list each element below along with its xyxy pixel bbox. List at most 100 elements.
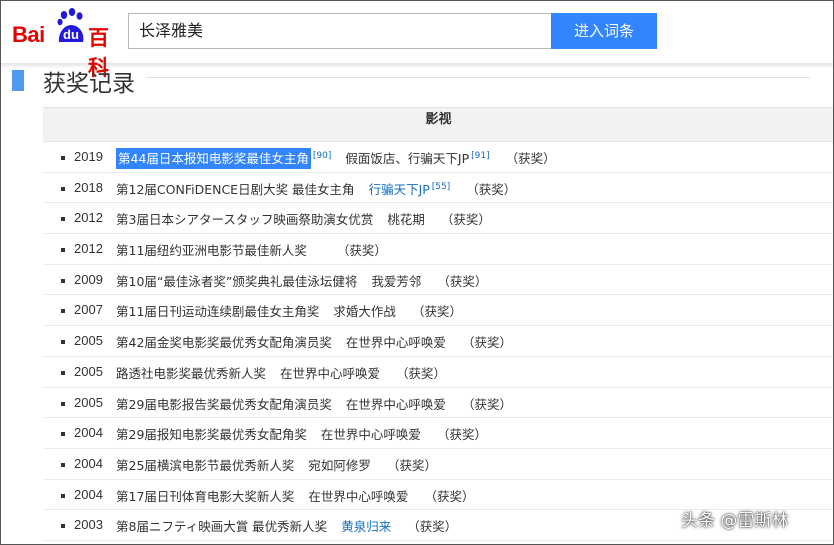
award-line: 第11届纽约亚洲电影节最佳新人奖 （获奖） — [116, 240, 387, 259]
award-result: （获奖） — [466, 181, 517, 197]
award-year: 2004 — [74, 486, 103, 502]
award-name[interactable]: 第12届CONFiDENCE日剧大奖 最佳女主角 — [116, 182, 355, 197]
work-title: 我爱芳邻 — [371, 273, 422, 289]
award-result: （获奖） — [336, 243, 387, 259]
work-title: 在世界中心呼唤爱 — [345, 335, 446, 351]
bullet — [61, 186, 65, 191]
award-year: 2012 — [74, 210, 103, 226]
section-divider — [146, 77, 810, 78]
award-result: （获奖） — [424, 488, 475, 504]
work-reference-link[interactable]: [55] — [432, 182, 450, 192]
work-reference-link[interactable]: [91] — [471, 151, 489, 161]
enter-entry-button[interactable]: 进入词条 — [551, 13, 657, 49]
award-row: 2004 第29届报知电影奖最优秀女配角奖 在世界中心呼唤爱 （获奖） — [43, 418, 834, 449]
award-year: 2012 — [74, 241, 103, 257]
award-year: 2009 — [74, 271, 103, 287]
award-line: 第29届电影报告奖最优秀女配角演员奖 在世界中心呼唤爱 （获奖） — [116, 394, 512, 413]
award-name[interactable]: 第44届日本报知电影奖最佳女主角 — [116, 148, 311, 169]
award-result: （获奖） — [386, 457, 437, 473]
award-result: （获奖） — [436, 427, 487, 443]
bullet — [61, 309, 65, 314]
award-result: （获奖） — [396, 365, 447, 381]
bullet — [61, 370, 65, 375]
award-line: 第8届ニフティ映画大賞 最优秀新人奖 黄泉归来 （获奖） — [116, 516, 457, 535]
bullet — [61, 156, 65, 160]
award-result: （获奖） — [437, 273, 488, 289]
award-row: 2005 第42届金奖电影奖最优秀女配角演员奖 在世界中心呼唤爱 （获奖） — [43, 326, 834, 357]
bullet — [61, 493, 65, 498]
award-year: 2003 — [74, 517, 103, 533]
award-name[interactable]: 第25届横滨电影节最优秀新人奖 — [116, 458, 294, 473]
bullet — [61, 278, 65, 283]
award-year: 2004 — [74, 455, 103, 471]
award-name[interactable]: 第11届纽约亚洲电影节最佳新人奖 — [116, 243, 307, 258]
work-title: 在世界中心呼唤爱 — [320, 427, 421, 443]
award-result: （获奖） — [407, 519, 458, 535]
award-year: 2004 — [74, 425, 103, 441]
baidu-baike-logo[interactable]: Bai du 百科 — [12, 8, 124, 80]
award-name[interactable]: 第42届金奖电影奖最优秀女配角演员奖 — [116, 335, 332, 350]
work-title: 在世界中心呼唤爱 — [308, 488, 409, 504]
award-line: 路透社电影奖最优秀新人奖 在世界中心呼唤爱 （获奖） — [116, 363, 446, 382]
award-year: 2019 — [74, 149, 103, 164]
award-year: 2005 — [74, 363, 103, 379]
award-name[interactable]: 第29届电影报告奖最优秀女配角演员奖 — [116, 397, 332, 412]
award-name[interactable]: 第11届日刊运动连续剧最佳女主角奖 — [116, 304, 319, 319]
award-line: 第10届“最佳泳者奖”颁奖典礼最佳泳坛健将 我爱芳邻 （获奖） — [116, 271, 487, 290]
award-row: 2019 第44届日本报知电影奖最佳女主角 [90] 假面饭店、行骗天下JP [91] （… — [43, 142, 834, 173]
award-year: 2007 — [74, 302, 103, 318]
award-row: 2012 第11届纽约亚洲电影节最佳新人奖 （获奖） — [43, 234, 834, 265]
bullet — [61, 217, 65, 222]
award-year: 2018 — [74, 179, 103, 195]
award-name[interactable]: 第29届报知电影奖最优秀女配角奖 — [116, 427, 307, 442]
search-input[interactable]: 长泽雅美 — [128, 13, 552, 49]
bullet — [61, 432, 65, 437]
award-name[interactable]: 路透社电影奖最优秀新人奖 — [116, 366, 266, 381]
award-row: 2005 路透社电影奖最优秀新人奖 在世界中心呼唤爱 （获奖） — [43, 357, 834, 388]
award-year: 2005 — [74, 333, 103, 349]
award-row: 2007 第11届日刊运动连续剧最佳女主角奖 求婚大作战 （获奖） — [43, 295, 834, 327]
award-row: 2012 第3届日本シアタースタッフ映画祭助演女优赏 桃花期 （获奖） — [43, 203, 834, 235]
award-name[interactable]: 第17届日刊体育电影大奖新人奖 — [116, 489, 294, 504]
award-name[interactable]: 第10届“最佳泳者奖”颁奖典礼最佳泳坛健将 — [116, 274, 357, 289]
award-line: 第29届报知电影奖最优秀女配角奖 在世界中心呼唤爱 （获奖） — [116, 424, 487, 443]
bullet — [61, 524, 65, 529]
award-line: 第12届CONFiDENCE日剧大奖 最佳女主角 行骗天下JP [55] （获奖） — [116, 179, 516, 198]
work-title[interactable]: 行骗天下JP — [369, 182, 430, 197]
work-title: 在世界中心呼唤爱 — [280, 365, 381, 381]
award-result: （获奖） — [461, 335, 512, 351]
awards-list: 2019 第44届日本报知电影奖最佳女主角 [90] 假面饭店、行骗天下JP [91] （… — [43, 142, 834, 541]
watermark: 头条 @雷斯林 — [681, 511, 789, 531]
work-title: 假面饭店、行骗天下JP — [345, 151, 470, 166]
award-name[interactable]: 第3届日本シアタースタッフ映画祭助演女优赏 — [116, 212, 373, 227]
bullet — [61, 401, 65, 406]
section-title: 获奖记录 — [43, 71, 135, 97]
section-accent-bar — [12, 70, 24, 91]
award-result: （获奖） — [505, 151, 556, 166]
award-row: 2009 第10届“最佳泳者奖”颁奖典礼最佳泳坛健将 我爱芳邻 （获奖） — [43, 265, 834, 296]
award-row: 2004 第25届横滨电影节最优秀新人奖 宛如阿修罗 （获奖） — [43, 449, 834, 480]
work-title: 在世界中心呼唤爱 — [345, 396, 446, 412]
award-result: （获奖） — [440, 212, 491, 228]
award-line: 第11届日刊运动连续剧最佳女主角奖 求婚大作战 （获奖） — [116, 301, 462, 320]
award-row: 2018 第12届CONFiDENCE日剧大奖 最佳女主角 行骗天下JP [55] （获… — [43, 173, 834, 204]
logo-bai-text: Bai — [12, 22, 45, 47]
bullet — [61, 248, 65, 253]
work-title: 求婚大作战 — [333, 304, 396, 320]
award-name[interactable]: 第8届ニフティ映画大賞 最优秀新人奖 — [116, 519, 327, 534]
work-title[interactable]: 黄泉归来 — [341, 519, 391, 534]
work-title: 桃花期 — [387, 212, 425, 228]
work-title: 宛如阿修罗 — [308, 457, 371, 473]
award-line: 第25届横滨电影节最优秀新人奖 宛如阿修罗 （获奖） — [116, 455, 437, 474]
award-line: 第3届日本シアタースタッフ映画祭助演女优赏 桃花期 （获奖） — [116, 209, 491, 228]
bullet — [61, 462, 65, 467]
award-result: （获奖） — [411, 304, 462, 320]
award-reference-link[interactable]: [90] — [313, 151, 331, 161]
award-row: 2005 第29届电影报告奖最优秀女配角演员奖 在世界中心呼唤爱 （获奖） — [43, 388, 834, 419]
award-result: （获奖） — [461, 396, 512, 412]
award-year: 2005 — [74, 394, 103, 410]
award-line: 第44届日本报知电影奖最佳女主角 [90] 假面饭店、行骗天下JP [91] （获奖） — [116, 148, 556, 169]
table-header: 影视 — [43, 107, 834, 142]
header-bar: Bai du 百科 长泽雅美 进入词条 — [0, 0, 834, 80]
bullet — [61, 340, 65, 345]
